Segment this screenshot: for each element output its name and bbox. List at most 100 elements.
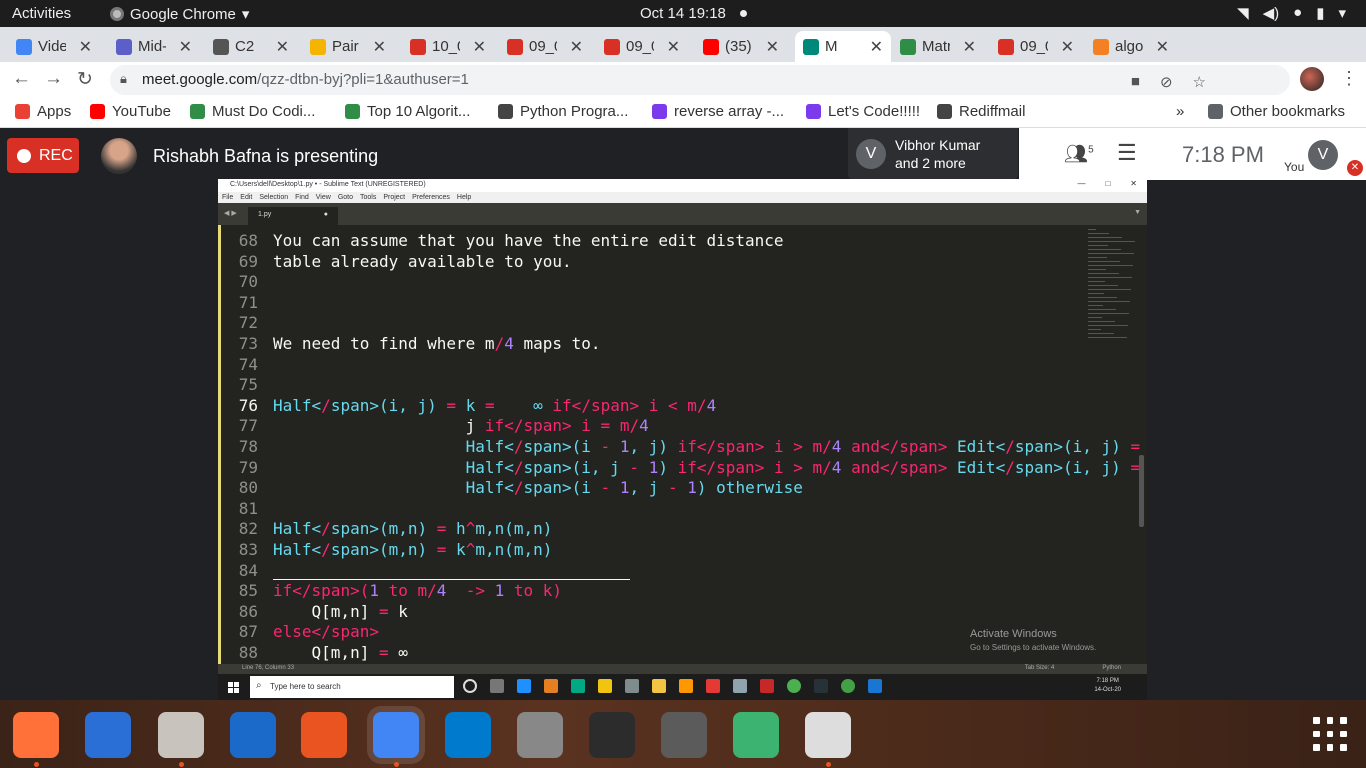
tab-close-icon[interactable]: ✕ bbox=[473, 37, 486, 57]
tab-label: C2 bbox=[235, 38, 255, 55]
tab-favicon-icon bbox=[803, 38, 819, 55]
browser-tab[interactable]: C2 ✕ bbox=[205, 31, 297, 62]
bookmark-item[interactable]: Rediffmail bbox=[937, 103, 1025, 120]
sublime-menu-item: Selection bbox=[259, 194, 289, 201]
sublime-close-icon: ✕ bbox=[1130, 179, 1137, 188]
recording-indicator-icon bbox=[740, 10, 747, 17]
reload-button[interactable]: ↻ bbox=[77, 68, 93, 91]
bookmark-item[interactable]: Python Progra... bbox=[498, 103, 628, 120]
atom-editor-icon[interactable] bbox=[661, 712, 707, 758]
self-avatar[interactable]: V bbox=[1308, 140, 1338, 170]
cortana-icon bbox=[463, 679, 477, 693]
activities-button[interactable]: Activities bbox=[12, 5, 71, 22]
vscode-icon[interactable] bbox=[445, 712, 491, 758]
more-bookmarks-icon[interactable]: » bbox=[1176, 103, 1184, 120]
firefox-icon[interactable] bbox=[13, 712, 59, 767]
bookmark-icon bbox=[498, 104, 513, 119]
line-number: 68 bbox=[238, 231, 258, 250]
address-bar[interactable]: 🔒︎ meet.google.com/qzz-dtbn-byj?pli=1&au… bbox=[110, 65, 1290, 95]
participant-tile[interactable]: V Vibhor Kumar and 2 more bbox=[848, 128, 1018, 180]
bookmark-item[interactable]: Top 10 Algorit... bbox=[345, 103, 470, 120]
text-editor-icon[interactable] bbox=[805, 712, 851, 767]
system-clock[interactable]: Oct 14 19:18 bbox=[640, 5, 726, 22]
other-bookmarks-folder[interactable]: Other bookmarks bbox=[1208, 103, 1345, 120]
browser-tab[interactable]: Pair ✕ bbox=[302, 31, 394, 62]
code-line: table already available to you. bbox=[273, 252, 572, 271]
show-applications-icon[interactable] bbox=[1313, 717, 1347, 751]
chrome-menu-icon[interactable]: ⋮ bbox=[1340, 68, 1358, 89]
volume-icon: ◀) bbox=[1262, 5, 1280, 22]
browser-tab[interactable]: 09_0 ✕ bbox=[990, 31, 1082, 62]
bookmark-label: reverse array -... bbox=[674, 103, 785, 120]
settings-icon[interactable] bbox=[517, 712, 563, 758]
tab-close-icon[interactable]: ✕ bbox=[1156, 37, 1169, 57]
tab-label: Vide bbox=[38, 38, 66, 55]
terminal-icon[interactable] bbox=[589, 712, 635, 758]
camera-blocked-icon[interactable]: ⊘ bbox=[1160, 73, 1173, 91]
app-menu[interactable]: Google Chrome ▾ bbox=[110, 5, 249, 23]
browser-tab[interactable]: Mid- ✕ bbox=[108, 31, 200, 62]
thunderbird-icon[interactable] bbox=[85, 712, 131, 758]
bookmark-item[interactable]: Apps bbox=[15, 103, 71, 120]
code-line: Q[m,n] = k bbox=[273, 602, 408, 621]
line-number: 84 bbox=[238, 561, 258, 580]
tab-close-icon[interactable]: ✕ bbox=[963, 37, 976, 57]
tab-close-icon[interactable]: ✕ bbox=[870, 37, 883, 57]
people-button[interactable]: 👥︎5 bbox=[1064, 142, 1094, 166]
tab-close-icon[interactable]: ✕ bbox=[373, 37, 386, 57]
bookmark-item[interactable]: Must Do Codi... bbox=[190, 103, 315, 120]
camera-icon[interactable]: ■ bbox=[1131, 73, 1140, 91]
chevron-down-icon: ▾ bbox=[241, 6, 250, 23]
code-line: Half</span>(m,n) = h^m,n(m,n) bbox=[273, 519, 553, 538]
windows-clock: 7:18 PM 14-Oct-20 bbox=[1094, 677, 1121, 695]
chrome-icon[interactable] bbox=[373, 712, 419, 767]
writer-icon[interactable] bbox=[230, 712, 276, 758]
app3-icon bbox=[760, 679, 774, 693]
browser-tab[interactable]: M ✕ bbox=[795, 31, 891, 62]
people-icon: 👥︎ bbox=[1064, 144, 1089, 165]
chat-icon[interactable]: ☰ bbox=[1117, 140, 1137, 166]
bookmark-item[interactable]: Let's Code!!!!! bbox=[806, 103, 920, 120]
sublime-menu-bar: File Edit Selection Find View Goto Tools Projec… bbox=[218, 192, 1147, 203]
forward-button[interactable]: → bbox=[44, 68, 63, 90]
tab-close-icon[interactable]: ✕ bbox=[276, 37, 289, 57]
muted-mic-icon: ✕ bbox=[1347, 160, 1363, 176]
browser-tab[interactable]: 10_0 ✕ bbox=[402, 31, 494, 62]
system-top-bar: Activities Google Chrome ▾ Oct 14 19:18 … bbox=[0, 0, 1366, 27]
browser-tab[interactable]: Matr ✕ bbox=[892, 31, 984, 62]
line-number: 72 bbox=[238, 313, 258, 332]
profile-avatar[interactable] bbox=[1300, 67, 1324, 91]
tab-close-icon[interactable]: ✕ bbox=[179, 37, 192, 57]
sticky-notes-icon bbox=[598, 679, 612, 693]
windows-date: 14-Oct-20 bbox=[1094, 687, 1121, 693]
code-line: Half</span>(i - 1, j) if</span> i > m/4 … bbox=[465, 437, 1147, 456]
bookmark-icon bbox=[90, 104, 105, 119]
code-line: Half</span>(i, j) = k = ∞ if</span> i < … bbox=[273, 396, 717, 415]
files-icon[interactable] bbox=[158, 712, 204, 767]
recording-badge[interactable]: REC bbox=[7, 138, 79, 173]
bookmarks-bar: Apps YouTube Must Do Codi... Top 10 Algorit… bbox=[0, 96, 1366, 128]
bookmark-icon bbox=[345, 104, 360, 119]
tab-close-icon[interactable]: ✕ bbox=[79, 37, 92, 57]
browser-tab[interactable]: (35) ✕ bbox=[695, 31, 787, 62]
browser-tab[interactable]: Vide ✕ bbox=[8, 31, 100, 62]
atom-icon[interactable] bbox=[733, 712, 779, 758]
tab-close-icon[interactable]: ✕ bbox=[570, 37, 583, 57]
navigation-bar: ← → ↻ 🔒︎ meet.google.com/qzz-dtbn-byj?pl… bbox=[0, 62, 1366, 96]
system-tray[interactable]: ◥ ◀) ● ▮ ▾ bbox=[1237, 4, 1346, 22]
bookmark-item[interactable]: YouTube bbox=[90, 103, 171, 120]
browser-tab[interactable]: 09_0 ✕ bbox=[596, 31, 688, 62]
bookmark-star-icon[interactable]: ☆ bbox=[1193, 73, 1206, 91]
back-button[interactable]: ← bbox=[12, 68, 31, 90]
browser-tab[interactable]: algo ✕ bbox=[1085, 31, 1177, 62]
bookmark-item[interactable]: reverse array -... bbox=[652, 103, 784, 120]
browser-tab[interactable]: 09_0 ✕ bbox=[499, 31, 591, 62]
url-text[interactable]: meet.google.com/qzz-dtbn-byj?pli=1&authu… bbox=[142, 71, 469, 88]
bookmark-icon bbox=[15, 104, 30, 119]
code-line: j if</span> i = m/4 bbox=[273, 416, 649, 435]
tab-close-icon[interactable]: ✕ bbox=[667, 37, 680, 57]
software-center-icon[interactable] bbox=[301, 712, 347, 758]
shared-screen: C:\Users\dell\Desktop\1.py • - Sublime T… bbox=[218, 179, 1147, 700]
tab-close-icon[interactable]: ✕ bbox=[1061, 37, 1074, 57]
tab-close-icon[interactable]: ✕ bbox=[766, 37, 779, 57]
